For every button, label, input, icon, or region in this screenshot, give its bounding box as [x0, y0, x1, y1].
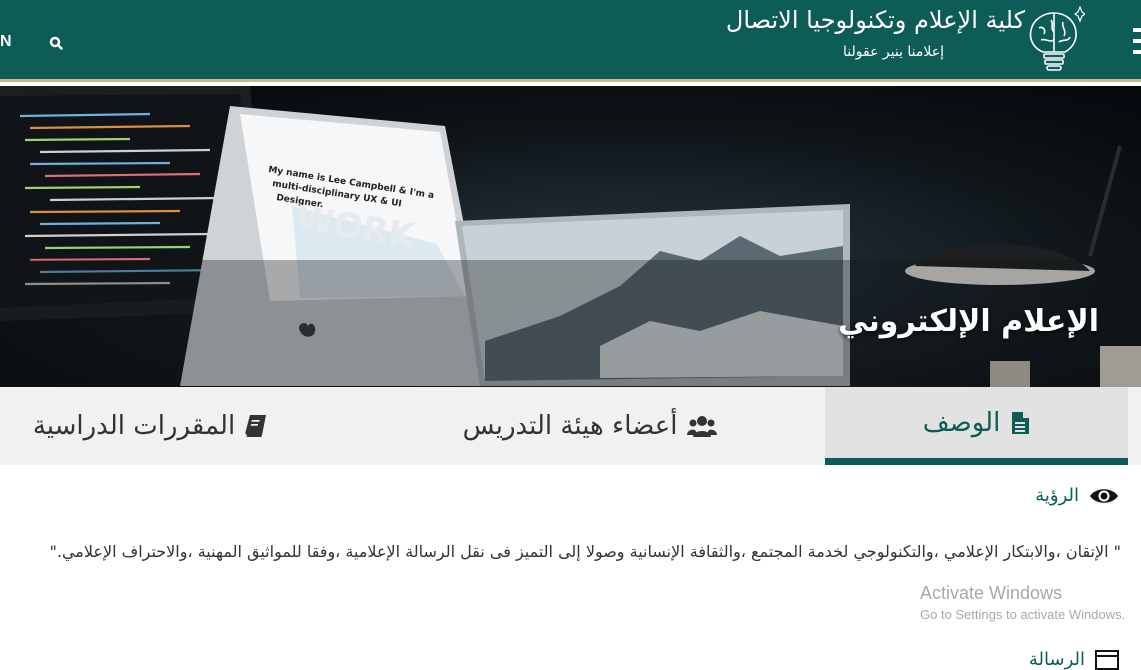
activate-windows-watermark-subtitle: Go to Settings to activate Windows. — [920, 607, 1126, 622]
hamburger-menu-icon[interactable] — [1133, 28, 1141, 58]
department-tabs: الوصف أعضاء هيئة التدريس المقررات الدراس… — [0, 387, 1141, 465]
department-title: الإعلام الإلكتروني — [838, 304, 1099, 339]
hero-banner: My name is Lee Campbell & I'm a multi-di… — [0, 86, 1141, 387]
language-toggle[interactable]: N — [0, 33, 12, 51]
users-icon — [687, 416, 718, 437]
activate-windows-watermark-title: Activate Windows — [920, 583, 1063, 603]
search-icon[interactable] — [49, 36, 63, 50]
tab-faculty-label: أعضاء هيئة التدريس — [462, 411, 678, 441]
tab-courses[interactable]: المقررات الدراسية — [0, 387, 300, 465]
file-text-icon — [1012, 411, 1030, 434]
tab-description-label: الوصف — [922, 407, 1001, 438]
tab-description[interactable]: الوصف — [825, 387, 1128, 465]
mission-heading: الرسالة — [1029, 648, 1119, 670]
brain-lightbulb-logo-icon[interactable] — [1023, 6, 1085, 74]
mission-heading-label: الرسالة — [1028, 648, 1085, 670]
tab-faculty[interactable]: أعضاء هيئة التدريس — [420, 387, 760, 465]
tab-courses-label: المقررات الدراسية — [32, 411, 236, 441]
college-name[interactable]: كلية الإعلام وتكنولوجيا الاتصال — [726, 6, 1025, 34]
vision-heading-label: الرؤية — [1035, 485, 1079, 506]
college-slogan: إعلامنا ينير عقولنا — [843, 44, 944, 60]
top-header: N كلية الإعلام وتكنولوجيا الاتصال إعلامن… — [0, 0, 1141, 82]
vision-heading: الرؤية — [1035, 485, 1119, 506]
vision-text: " الإتقان ،والابتكار الإعلامي ،والتكنولو… — [49, 542, 1122, 561]
calendar-icon — [1095, 650, 1119, 670]
eye-icon — [1090, 488, 1118, 503]
book-icon — [245, 415, 267, 437]
